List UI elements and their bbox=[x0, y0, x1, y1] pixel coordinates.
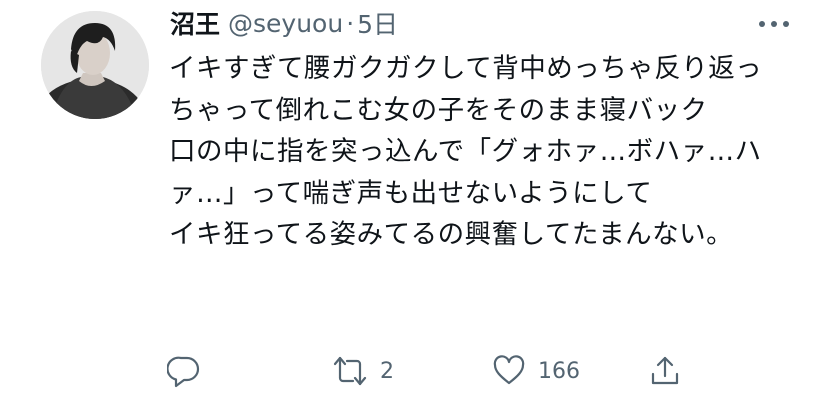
share-button[interactable] bbox=[649, 351, 681, 391]
tweet-timestamp[interactable]: 5日 bbox=[357, 5, 398, 41]
like-count: 166 bbox=[538, 358, 580, 384]
separator-dot: · bbox=[346, 8, 355, 38]
avatar-image bbox=[41, 11, 149, 119]
more-icon bbox=[759, 21, 789, 27]
reply-icon bbox=[167, 356, 200, 388]
tweet-text: イキすぎて腰ガクガクして背中めっちゃ反り返っちゃって倒れこむ女の子をそのまま寝バ… bbox=[169, 53, 763, 250]
reply-button[interactable] bbox=[167, 351, 201, 391]
avatar[interactable] bbox=[41, 11, 149, 119]
display-name[interactable]: 沼王 bbox=[170, 5, 220, 41]
tweet-header: 沼王 @seyuou · 5日 bbox=[170, 6, 398, 40]
retweet-button[interactable]: 2 bbox=[332, 351, 394, 391]
share-icon bbox=[651, 356, 679, 385]
more-options-button[interactable] bbox=[756, 10, 792, 38]
retweet-icon bbox=[333, 356, 367, 386]
user-handle[interactable]: @seyuou bbox=[228, 9, 343, 38]
retweet-count: 2 bbox=[380, 358, 394, 384]
like-button[interactable]: 166 bbox=[492, 351, 580, 391]
heart-icon bbox=[493, 355, 525, 385]
